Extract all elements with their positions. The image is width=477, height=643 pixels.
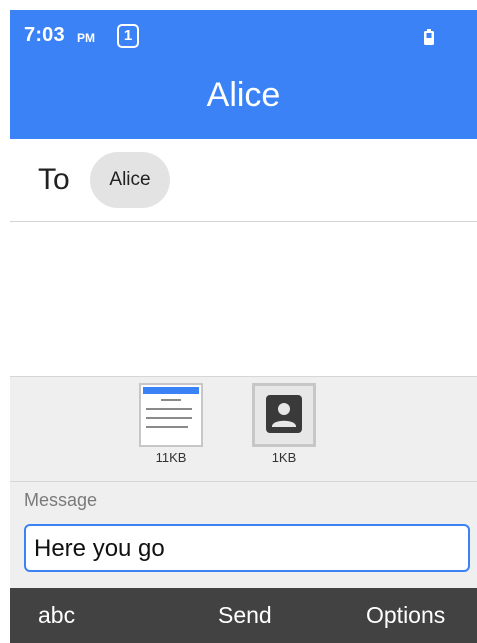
attachment-contact[interactable]: 1KB xyxy=(251,383,317,465)
softkey-bar: abc Send Options xyxy=(10,588,477,643)
softkey-options[interactable]: Options xyxy=(366,602,445,629)
softkey-abc[interactable]: abc xyxy=(38,602,75,629)
header: 7:03 PM 1 Alice xyxy=(10,10,477,139)
message-body-area xyxy=(10,222,477,376)
attachment-size: 1KB xyxy=(271,450,297,465)
recipient-chip[interactable]: Alice xyxy=(90,152,170,208)
message-composer: Message Here you go xyxy=(10,482,477,588)
status-bar: 7:03 PM 1 xyxy=(10,10,477,65)
status-time: 7:03 xyxy=(24,24,65,46)
to-label: To xyxy=(38,163,70,196)
contact-card-icon xyxy=(252,383,316,447)
conversation-title: Alice xyxy=(206,76,281,114)
notification-count-badge: 1 xyxy=(117,24,139,48)
attachment-screenshot[interactable]: 11KB xyxy=(138,383,204,465)
message-label: Message xyxy=(24,490,98,510)
battery-icon xyxy=(424,29,434,45)
attachment-size: 11KB xyxy=(155,450,187,465)
compose-screen: 7:03 PM 1 Alice To Alice 11KB 1KB Messag… xyxy=(10,0,477,643)
status-ampm: PM xyxy=(77,31,95,45)
attachments-row: 11KB 1KB xyxy=(10,376,477,482)
to-row[interactable]: To Alice xyxy=(10,139,477,222)
screenshot-thumbnail xyxy=(139,383,203,447)
softkey-send[interactable]: Send xyxy=(218,602,272,629)
message-input[interactable]: Here you go xyxy=(24,524,470,572)
